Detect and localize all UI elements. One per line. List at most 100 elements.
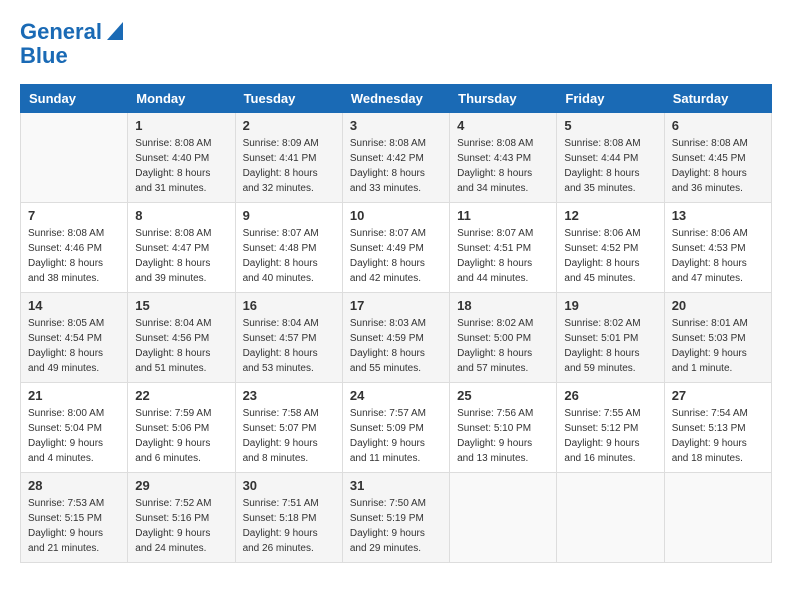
day-number: 4 [457,118,549,133]
day-number: 29 [135,478,227,493]
calendar-cell: 23Sunrise: 7:58 AM Sunset: 5:07 PM Dayli… [235,383,342,473]
day-info: Sunrise: 8:02 AM Sunset: 5:01 PM Dayligh… [564,316,656,376]
day-number: 30 [243,478,335,493]
day-number: 17 [350,298,442,313]
day-info: Sunrise: 7:54 AM Sunset: 5:13 PM Dayligh… [672,406,764,466]
day-number: 15 [135,298,227,313]
day-number: 23 [243,388,335,403]
calendar-cell: 30 Sunrise: 7:51 AM Sunset: 5:18 PM Dayli… [235,473,342,563]
col-header-monday: Monday [128,85,235,113]
calendar-cell: 3 Sunrise: 8:08 AM Sunset: 4:42 PM Daylig… [342,113,449,203]
day-number: 19 [564,298,656,313]
day-number: 31 [350,478,442,493]
calendar-cell: 18 Sunrise: 8:02 AM Sunset: 5:00 PM Dayli… [450,293,557,383]
calendar-cell: 28 Sunrise: 7:53 AM Sunset: 5:15 PM Dayli… [21,473,128,563]
day-number: 11 [457,208,549,223]
calendar-cell: 4 Sunrise: 8:08 AM Sunset: 4:43 PM Daylig… [450,113,557,203]
day-info: Sunrise: 8:00 AM Sunset: 5:04 PM Dayligh… [28,406,120,466]
calendar-cell: 26 Sunrise: 7:55 AM Sunset: 5:12 PM Dayli… [557,383,664,473]
col-header-sunday: Sunday [21,85,128,113]
day-info: Sunrise: 7:50 AM Sunset: 5:19 PM Dayligh… [350,496,442,556]
day-info: Sunrise: 8:08 AM Sunset: 4:40 PM Dayligh… [135,136,227,196]
day-info: Sunrise: 7:57 AM Sunset: 5:09 PM Dayligh… [350,406,442,466]
calendar-cell: 9 Sunrise: 8:07 AM Sunset: 4:48 PM Daylig… [235,203,342,293]
day-info: Sunrise: 7:51 AM Sunset: 5:18 PM Dayligh… [243,496,335,556]
day-info: Sunrise: 8:07 AM Sunset: 4:49 PM Dayligh… [350,226,442,286]
calendar-cell: 22 Sunrise: 7:59 AM Sunset: 5:06 PM Dayli… [128,383,235,473]
calendar-cell: 27Sunrise: 7:54 AM Sunset: 5:13 PM Dayli… [664,383,771,473]
calendar-week-row: 7 Sunrise: 8:08 AM Sunset: 4:46 PM Daylig… [21,203,772,293]
day-info: Sunrise: 8:02 AM Sunset: 5:00 PM Dayligh… [457,316,549,376]
day-info: Sunrise: 8:04 AM Sunset: 4:57 PM Dayligh… [243,316,335,376]
day-info: Sunrise: 8:07 AM Sunset: 4:48 PM Dayligh… [243,226,335,286]
calendar-cell: 25 Sunrise: 7:56 AM Sunset: 5:10 PM Dayli… [450,383,557,473]
day-number: 14 [28,298,120,313]
calendar-cell: 31 Sunrise: 7:50 AM Sunset: 5:19 PM Dayli… [342,473,449,563]
day-number: 3 [350,118,442,133]
day-number: 5 [564,118,656,133]
calendar-cell: 8 Sunrise: 8:08 AM Sunset: 4:47 PM Daylig… [128,203,235,293]
day-info: Sunrise: 8:01 AM Sunset: 5:03 PM Dayligh… [672,316,764,376]
page-header: General Blue [20,20,772,68]
calendar-cell: 19 Sunrise: 8:02 AM Sunset: 5:01 PM Dayli… [557,293,664,383]
day-info: Sunrise: 8:06 AM Sunset: 4:53 PM Dayligh… [672,226,764,286]
calendar-cell: 2 Sunrise: 8:09 AM Sunset: 4:41 PM Daylig… [235,113,342,203]
calendar-cell [664,473,771,563]
day-info: Sunrise: 8:06 AM Sunset: 4:52 PM Dayligh… [564,226,656,286]
calendar-cell: 15 Sunrise: 8:04 AM Sunset: 4:56 PM Dayli… [128,293,235,383]
logo-blue-text: Blue [20,44,68,68]
day-info: Sunrise: 8:04 AM Sunset: 4:56 PM Dayligh… [135,316,227,376]
col-header-saturday: Saturday [664,85,771,113]
day-info: Sunrise: 8:08 AM Sunset: 4:47 PM Dayligh… [135,226,227,286]
day-number: 1 [135,118,227,133]
day-number: 26 [564,388,656,403]
day-number: 25 [457,388,549,403]
calendar-cell: 6Sunrise: 8:08 AM Sunset: 4:45 PM Daylig… [664,113,771,203]
day-number: 20 [672,298,764,313]
calendar-cell [450,473,557,563]
calendar-cell [557,473,664,563]
calendar-header-row: SundayMondayTuesdayWednesdayThursdayFrid… [21,85,772,113]
calendar-table: SundayMondayTuesdayWednesdayThursdayFrid… [20,84,772,563]
day-info: Sunrise: 8:08 AM Sunset: 4:42 PM Dayligh… [350,136,442,196]
day-info: Sunrise: 8:09 AM Sunset: 4:41 PM Dayligh… [243,136,335,196]
day-number: 12 [564,208,656,223]
day-info: Sunrise: 8:08 AM Sunset: 4:44 PM Dayligh… [564,136,656,196]
day-number: 9 [243,208,335,223]
calendar-cell: 29Sunrise: 7:52 AM Sunset: 5:16 PM Dayli… [128,473,235,563]
calendar-cell: 1 Sunrise: 8:08 AM Sunset: 4:40 PM Daylig… [128,113,235,203]
day-info: Sunrise: 8:07 AM Sunset: 4:51 PM Dayligh… [457,226,549,286]
day-number: 10 [350,208,442,223]
day-number: 13 [672,208,764,223]
day-number: 7 [28,208,120,223]
calendar-week-row: 21Sunrise: 8:00 AM Sunset: 5:04 PM Dayli… [21,383,772,473]
calendar-cell: 10 Sunrise: 8:07 AM Sunset: 4:49 PM Dayli… [342,203,449,293]
calendar-week-row: 1 Sunrise: 8:08 AM Sunset: 4:40 PM Daylig… [21,113,772,203]
day-info: Sunrise: 7:53 AM Sunset: 5:15 PM Dayligh… [28,496,120,556]
calendar-cell: 14Sunrise: 8:05 AM Sunset: 4:54 PM Dayli… [21,293,128,383]
day-info: Sunrise: 7:55 AM Sunset: 5:12 PM Dayligh… [564,406,656,466]
day-number: 22 [135,388,227,403]
col-header-wednesday: Wednesday [342,85,449,113]
calendar-week-row: 14Sunrise: 8:05 AM Sunset: 4:54 PM Dayli… [21,293,772,383]
day-info: Sunrise: 8:08 AM Sunset: 4:46 PM Dayligh… [28,226,120,286]
calendar-week-row: 28 Sunrise: 7:53 AM Sunset: 5:15 PM Dayli… [21,473,772,563]
day-info: Sunrise: 7:59 AM Sunset: 5:06 PM Dayligh… [135,406,227,466]
calendar-cell: 24Sunrise: 7:57 AM Sunset: 5:09 PM Dayli… [342,383,449,473]
logo: General Blue [20,20,123,68]
calendar-cell: 7 Sunrise: 8:08 AM Sunset: 4:46 PM Daylig… [21,203,128,293]
logo-text: General [20,20,102,44]
calendar-cell: 20 Sunrise: 8:01 AM Sunset: 5:03 PM Dayli… [664,293,771,383]
day-number: 2 [243,118,335,133]
calendar-cell: 12 Sunrise: 8:06 AM Sunset: 4:52 PM Dayli… [557,203,664,293]
day-info: Sunrise: 8:03 AM Sunset: 4:59 PM Dayligh… [350,316,442,376]
day-number: 18 [457,298,549,313]
calendar-cell: 16Sunrise: 8:04 AM Sunset: 4:57 PM Dayli… [235,293,342,383]
logo-icon [105,18,123,40]
day-number: 28 [28,478,120,493]
day-info: Sunrise: 7:56 AM Sunset: 5:10 PM Dayligh… [457,406,549,466]
calendar-cell: 13 Sunrise: 8:06 AM Sunset: 4:53 PM Dayli… [664,203,771,293]
day-info: Sunrise: 8:08 AM Sunset: 4:43 PM Dayligh… [457,136,549,196]
day-number: 8 [135,208,227,223]
col-header-friday: Friday [557,85,664,113]
